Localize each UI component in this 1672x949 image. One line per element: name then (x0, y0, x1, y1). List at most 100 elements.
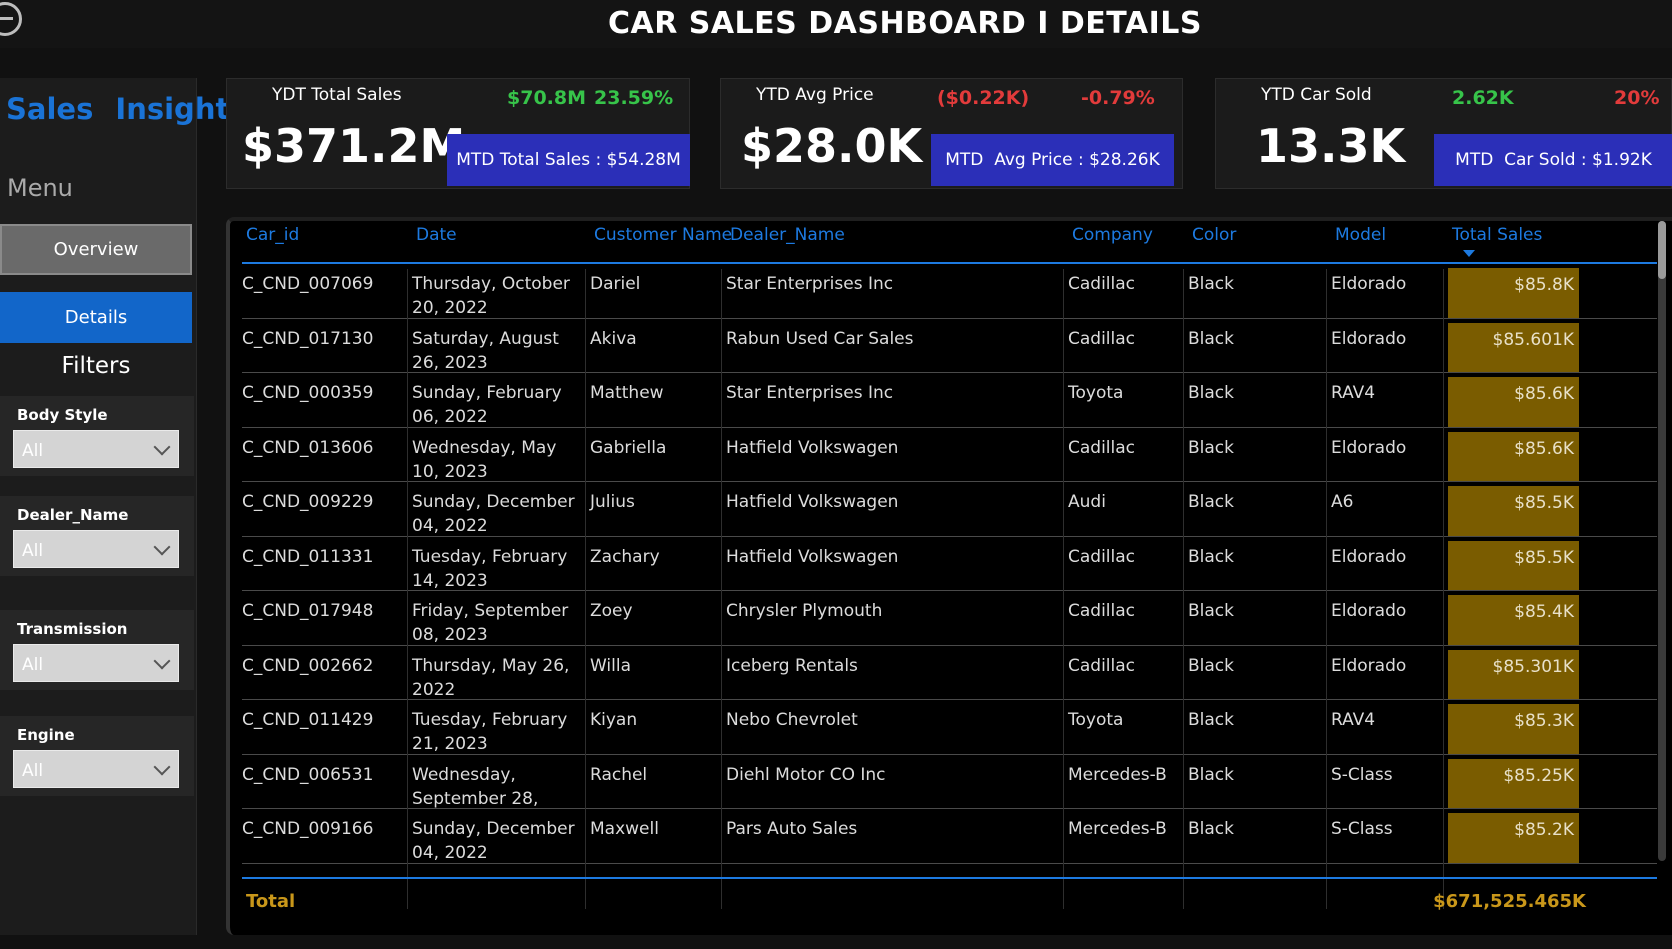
table-row[interactable]: C_CND_013606 Wednesday, May 10, 2023 Gabri… (242, 428, 1657, 482)
col-header-model[interactable]: Model (1335, 225, 1386, 245)
cell-total-sales: $85.8K (1448, 268, 1579, 318)
chevron-down-icon (153, 538, 171, 556)
cell-customer-name: Dariel (590, 274, 641, 294)
col-header-date[interactable]: Date (416, 225, 457, 245)
cell-model: RAV4 (1331, 710, 1376, 730)
overview-button[interactable]: Overview (0, 224, 192, 275)
cell-dealer-name: Pars Auto Sales (726, 819, 858, 839)
cell-dealer-name: Rabun Used Car Sales (726, 328, 914, 349)
col-header-customer-name[interactable]: Customer Name (594, 225, 732, 245)
cell-color: Black (1188, 383, 1234, 403)
cell-date: Tuesday, February 21, 2023 (412, 710, 568, 754)
cell-date: Sunday, December 04, 2022 (412, 819, 575, 863)
table-row[interactable]: C_CND_006531 Wednesday, September 28, 202… (242, 755, 1657, 809)
cell-color: Black (1188, 328, 1234, 349)
cell-car-id: C_CND_011331 (242, 546, 374, 567)
cell-date: Saturday, August 26, 2023 (412, 328, 559, 373)
cell-customer-name: Kiyan (590, 710, 638, 730)
details-table: Car_id Date Customer Name Dealer_Name Co… (226, 217, 1672, 935)
cell-model: Eldorado (1331, 601, 1407, 621)
filters-label: Filters (61, 353, 131, 379)
cell-date: Tuesday, February 14, 2023 (412, 546, 568, 591)
cell-total-sales: $85.25K (1448, 758, 1579, 809)
table-row[interactable]: C_CND_009166 Sunday, December 04, 2022 Max… (242, 809, 1657, 864)
page-title: CAR SALES DASHBOARD I DETAILS (607, 6, 1203, 41)
cell-model: Eldorado (1331, 437, 1407, 458)
engine-dropdown[interactable]: All (13, 750, 179, 788)
kpi-title: YTD Avg Price (756, 85, 874, 105)
col-header-company[interactable]: Company (1072, 225, 1153, 245)
table-row[interactable]: C_CND_011429 Tuesday, February 21, 2023 Ki… (242, 700, 1657, 755)
cell-dealer-name: Star Enterprises Inc (726, 274, 894, 294)
table-row[interactable]: C_CND_009229 Sunday, December 04, 2022 Jul… (242, 482, 1657, 537)
filter-transmission: Transmission All (0, 610, 194, 690)
kpi-mtd-box: MTD Total Sales : $54.28M (447, 134, 690, 186)
menu-label: Menu (7, 174, 73, 202)
col-header-color[interactable]: Color (1192, 225, 1236, 245)
kpi-value: $371.2M (242, 119, 466, 173)
cell-model: RAV4 (1331, 383, 1376, 403)
table-row[interactable]: C_CND_007069 Thursday, October 20, 2022 Da… (242, 264, 1657, 319)
cell-date: Friday, September 08, 2023 (412, 601, 569, 645)
kpi-change-value: $70.8M (507, 87, 587, 109)
transmission-dropdown[interactable]: All (13, 644, 179, 682)
scrollbar-thumb[interactable] (1658, 221, 1666, 279)
cell-total-sales: $85.5K (1448, 540, 1579, 591)
cell-date: Wednesday, May 10, 2023 (412, 437, 557, 482)
column-divider (1326, 269, 1327, 909)
cell-model: S-Class (1331, 819, 1393, 839)
cell-model: Eldorado (1331, 328, 1407, 349)
cell-dealer-name: Hatfield Volkswagen (726, 437, 899, 458)
cell-dealer-name: Nebo Chevrolet (726, 710, 858, 730)
table-row[interactable]: C_CND_011331 Tuesday, February 14, 2023 Za… (242, 537, 1657, 591)
filter-label: Body Style (17, 406, 108, 424)
kpi-change-percent: 23.59% (594, 87, 674, 109)
kpi-title: YDT Total Sales (272, 85, 402, 105)
details-button[interactable]: Details (0, 292, 192, 343)
kpi-mtd-box: MTD Avg Price : $28.26K (931, 134, 1174, 186)
cell-customer-name: Zoey (590, 601, 633, 621)
col-header-dealer-name[interactable]: Dealer_Name (730, 225, 845, 245)
table-row[interactable]: C_CND_000359 Sunday, February 06, 2022 Mat… (242, 373, 1657, 428)
filter-label: Transmission (17, 620, 128, 638)
dropdown-value: All (22, 441, 44, 461)
kpi-card-car-sold: YTD Car Sold 2.62K 20% 13.3K MTD Car Sol… (1215, 78, 1672, 189)
cell-company: Mercedes-B (1068, 819, 1167, 839)
dropdown-value: All (22, 655, 44, 675)
dropdown-value: All (22, 761, 44, 781)
cell-total-sales: $85.301K (1448, 649, 1579, 700)
col-header-car-id[interactable]: Car_id (246, 225, 299, 245)
cell-dealer-name: Star Enterprises Inc (726, 383, 894, 403)
table-row[interactable]: C_CND_017130 Saturday, August 26, 2023 Aki… (242, 319, 1657, 373)
sidebar: Sales Insight Menu Overview Details Filt… (0, 78, 229, 935)
table-row[interactable]: C_CND_017948 Friday, September 08, 2023 Zo… (242, 591, 1657, 646)
total-divider (242, 877, 1657, 879)
col-header-total-sales[interactable]: Total Sales (1452, 225, 1542, 245)
body-style-dropdown[interactable]: All (13, 430, 179, 468)
cell-model: Eldorado (1331, 546, 1407, 567)
scrollbar-track[interactable] (1658, 221, 1666, 861)
cell-company: Audi (1068, 492, 1106, 512)
cell-color: Black (1188, 492, 1234, 512)
cell-customer-name: Julius (590, 492, 635, 512)
cell-car-id: C_CND_013606 (242, 437, 374, 458)
cell-dealer-name: Hatfield Volkswagen (726, 546, 899, 567)
chevron-down-icon (153, 652, 171, 670)
cell-total-sales: $85.6K (1448, 431, 1579, 482)
dealer-name-dropdown[interactable]: All (13, 530, 179, 568)
cell-customer-name: Gabriella (590, 437, 667, 458)
cell-model: S-Class (1331, 764, 1393, 785)
column-divider (407, 269, 408, 909)
cell-dealer-name: Diehl Motor CO Inc (726, 764, 886, 785)
cell-company: Cadillac (1068, 655, 1136, 676)
cell-total-sales: $85.2K (1448, 813, 1579, 863)
table-row[interactable]: C_CND_002662 Thursday, May 26, 2022 Willa I… (242, 646, 1657, 700)
cell-total-sales: $85.3K (1448, 704, 1579, 754)
cell-company: Cadillac (1068, 328, 1136, 349)
cell-date: Thursday, October 20, 2022 (412, 274, 570, 318)
column-divider (1183, 269, 1184, 909)
kpi-card-total-sales: YDT Total Sales $70.8M 23.59% $371.2M MT… (226, 78, 690, 189)
kpi-card-avg-price: YTD Avg Price ($0.22K) -0.79% $28.0K MTD… (720, 78, 1183, 189)
cell-date: Sunday, December 04, 2022 (412, 492, 575, 536)
cell-model: Eldorado (1331, 655, 1407, 676)
